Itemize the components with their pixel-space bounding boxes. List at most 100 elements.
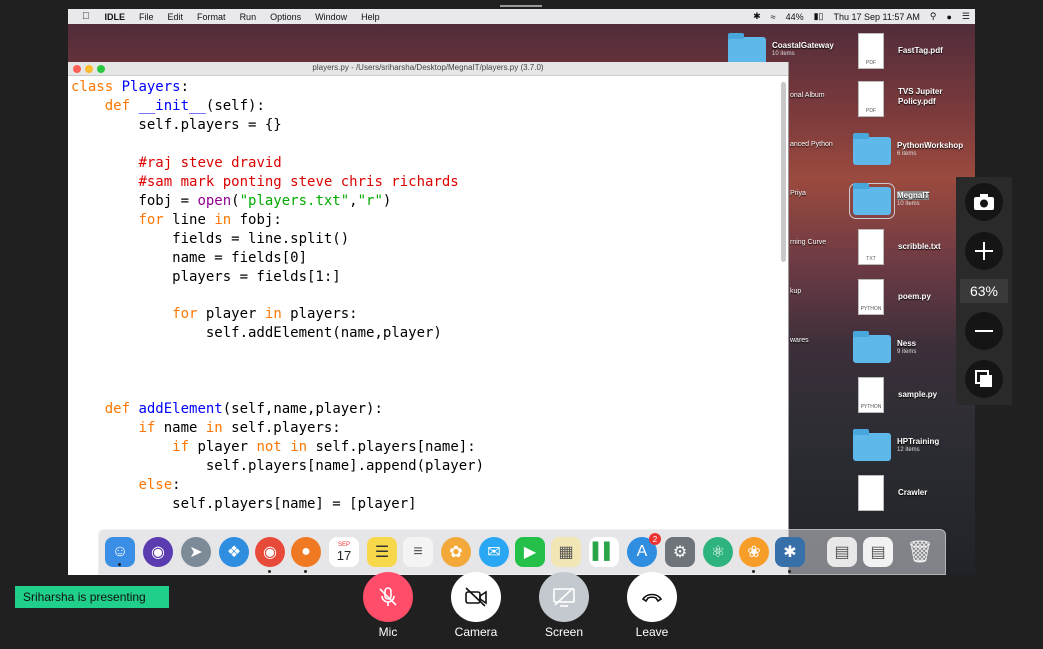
file-tag: PYTHON [860, 306, 882, 312]
chrome-icon[interactable]: ◉ [255, 537, 285, 573]
menubar-status: ✱ ≈ 44% ▮▯ Thu 17 Sep 11:57 AM ⚲ ● ☰ [748, 11, 975, 22]
icon-label: poem.py [898, 292, 931, 301]
icon-label: sample.py [898, 390, 938, 399]
bluetooth-icon[interactable]: ✱ [748, 11, 766, 22]
desktop-label-partial[interactable]: onal Album [790, 92, 825, 99]
app-store-icon[interactable]: A2 [627, 533, 661, 567]
shared-screen:  IDLE File Edit Format Run Options Wind… [68, 9, 975, 575]
desktop-label-partial[interactable]: kup [790, 288, 801, 295]
photos-icon[interactable]: ✿ [441, 537, 471, 567]
messages-icon[interactable]: ✉ [479, 537, 509, 567]
desktop-folder-ness[interactable]: Ness 9 items [853, 331, 973, 375]
zoom-level: 63% [960, 279, 1008, 303]
screenshot-camera-button[interactable] [965, 183, 1003, 221]
atom-icon[interactable]: ⚛ [703, 537, 733, 567]
icon-sublabel: 10 items [897, 201, 920, 207]
file-tag: PDF [866, 60, 876, 66]
desktop-label-partial[interactable]: rning Curve [790, 239, 826, 246]
file-tag: TXT [866, 256, 876, 262]
plus-icon [975, 242, 993, 260]
window-grabber[interactable] [500, 5, 542, 7]
icon-label: TVS Jupiter Policy.pdf [898, 87, 943, 106]
menu-window[interactable]: Window [308, 12, 354, 22]
leave-label: Leave [635, 625, 669, 639]
camera-button[interactable] [451, 572, 501, 622]
hang-up-icon [641, 593, 663, 603]
desktop-label-partial[interactable]: wares [790, 337, 809, 344]
zoom-out-button[interactable] [965, 312, 1003, 350]
facetime-icon[interactable]: ▶ [515, 537, 545, 567]
desktop-label-partial[interactable]: Priya [790, 190, 806, 197]
wifi-icon[interactable]: ≈ [766, 12, 781, 22]
zoom-in-button[interactable] [965, 232, 1003, 270]
siri-dock-icon[interactable]: ◉ [143, 537, 173, 567]
apple-icon[interactable]:  [68, 11, 98, 22]
menu-app-idle[interactable]: IDLE [98, 12, 133, 22]
desktop-folder-megnait[interactable]: MegnaIT 10 items [849, 183, 973, 227]
icon-label: Ness [897, 339, 917, 348]
downloads-stack-icon[interactable]: ▤ [827, 537, 857, 567]
folder-icon [849, 183, 895, 219]
desktop-folder-hptraining[interactable]: HPTraining 12 items [853, 429, 973, 473]
firefox-icon[interactable]: ● [291, 537, 321, 573]
folder-icon [853, 133, 891, 165]
desktop-file-fasttag[interactable]: PDF FastTag.pdf [858, 33, 975, 73]
battery-percent: 44% [785, 11, 804, 22]
mac-dock: ☺ ◉ ➤ ❖ ◉ ● SEP 17 ☰ ≡ ✿ ✉ ▶ ▦ ▌▌ A2 ⚙ ⚛… [98, 529, 946, 575]
editor-scrollbar[interactable] [781, 82, 786, 262]
icon-sublabel: 6 items [897, 151, 917, 157]
numbers-icon[interactable]: ▌▌ [589, 537, 619, 567]
menu-file[interactable]: File [132, 12, 161, 22]
mic-label: Mic [378, 625, 398, 639]
camera-icon [974, 194, 994, 210]
icon-label: PythonWorkshop [897, 141, 964, 150]
menu-edit[interactable]: Edit [161, 12, 191, 22]
notes-icon[interactable]: ☰ [367, 537, 397, 567]
desktop-label-partial[interactable]: anced Python [790, 141, 833, 148]
idle-editor-window: players.py - /Users/sriharsha/Desktop/Me… [68, 62, 789, 575]
leave-button[interactable] [627, 572, 677, 622]
menu-help[interactable]: Help [354, 12, 387, 22]
desktop-file-crawler[interactable]: Crawler [858, 475, 975, 515]
icon-label: Crawler [898, 488, 928, 497]
pdf-file-icon: PDF [858, 33, 884, 69]
siri-icon[interactable]: ● [941, 12, 956, 22]
finder-icon[interactable]: ☺ [105, 537, 135, 567]
desktop-folder-pythonworkshop[interactable]: PythonWorkshop 6 items [853, 133, 973, 177]
launchpad-icon[interactable]: ➤ [181, 537, 211, 567]
spotlight-icon[interactable]: ⚲ [925, 11, 942, 22]
icon-sublabel: 9 items [897, 349, 917, 355]
desktop-file-tvs-jupiter[interactable]: PDF TVS Jupiter Policy.pdf [858, 81, 975, 121]
editor-titlebar[interactable]: players.py - /Users/sriharsha/Desktop/Me… [68, 62, 788, 76]
menu-format[interactable]: Format [190, 12, 233, 22]
icon-label: FastTag.pdf [898, 46, 943, 55]
mic-off-icon [379, 587, 397, 606]
menu-options[interactable]: Options [263, 12, 308, 22]
battery-icon[interactable]: ▮▯ [809, 11, 829, 22]
mic-button[interactable] [363, 572, 413, 622]
menu-run[interactable]: Run [233, 12, 264, 22]
trash-icon[interactable]: 🗑 [905, 537, 935, 567]
system-preferences-icon[interactable]: ⚙ [665, 537, 695, 567]
folder-icon [853, 331, 891, 363]
editor-title: players.py - /Users/sriharsha/Desktop/Me… [312, 63, 544, 72]
keynote-icon[interactable]: ▦ [551, 537, 581, 567]
flower-app-icon[interactable]: ❀ [739, 537, 769, 573]
camera-off-icon [465, 587, 487, 607]
code-editor[interactable]: class Players: def __init__(self): self.… [71, 78, 484, 514]
menubar-clock[interactable]: Thu 17 Sep 11:57 AM [828, 12, 924, 22]
screen-share-button[interactable] [539, 572, 589, 622]
reminders-icon[interactable]: ≡ [403, 537, 433, 567]
notification-center-icon[interactable]: ☰ [957, 11, 975, 22]
safari-icon[interactable]: ❖ [219, 537, 249, 567]
icon-sublabel: 10 items [772, 51, 795, 57]
file-tag: PYTHON [860, 404, 882, 410]
calendar-day: 17 [336, 547, 352, 563]
copy-view-button[interactable] [965, 360, 1003, 398]
folder-icon [853, 429, 891, 461]
calendar-icon[interactable]: SEP 17 [329, 537, 359, 567]
camera-label: Camera [454, 625, 498, 639]
document-icon [858, 475, 884, 511]
documents-stack-icon[interactable]: ▤ [863, 537, 893, 567]
python-launcher-icon[interactable]: ✱ [775, 537, 805, 573]
